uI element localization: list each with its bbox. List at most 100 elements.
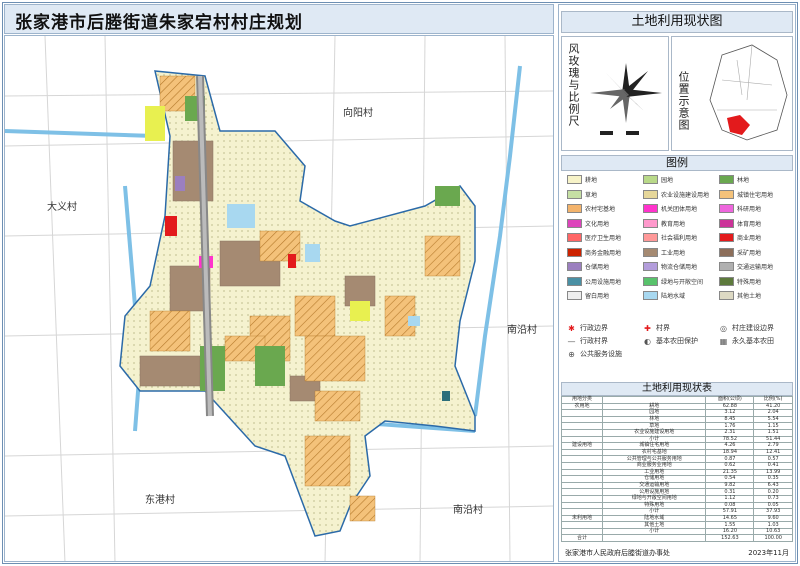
footer: 张家港市人民政府后塍街道办事处 2023年11月 (561, 547, 793, 559)
legend-label: 留白用地 (585, 293, 610, 300)
legend-swatch (643, 175, 658, 184)
wind-rose-panel: 风玫瑰与比例尺 (561, 36, 669, 151)
table-cell: 6.43 (753, 481, 793, 490)
table-cell: 小计 (602, 527, 707, 536)
legend-item: 体育用地 (719, 218, 761, 228)
legend-swatch (719, 262, 734, 271)
legend-item: 绿地与开敞空间 (643, 276, 703, 286)
table-cell: 12.41 (753, 448, 793, 457)
place-label-dayi: 大义村 (47, 202, 77, 213)
table-cell (560, 448, 604, 457)
legend-label: 陆地水域 (661, 293, 686, 300)
symbol-label: 永久基本农田 (732, 337, 774, 345)
table-row: 农村宅基地 18.94 12.41 (560, 448, 793, 457)
side-panel: 土地利用现状图 风玫瑰与比例尺 位置示意图 图例 耕地 园地 林地 草地 农业设施建设用… (558, 4, 796, 562)
table-row: 草地 1.76 1.15 (560, 422, 793, 430)
legend-label: 交通运输用地 (737, 264, 774, 271)
table-row: 其他土地 1.55 1.03 (560, 521, 793, 529)
legend-item: 草地 (567, 189, 598, 199)
symbol-icon: ◐ (644, 336, 651, 346)
legend-swatch (719, 247, 734, 257)
legend-item: 采矿用地 (719, 247, 761, 257)
symbol-icon: ◎ (720, 323, 727, 333)
title-bar: 张家港市后塍街道朱家宕村村庄规划 (4, 4, 554, 34)
wind-rose-icon (590, 63, 662, 135)
footer-org: 张家港市人民政府后塍街道办事处 (565, 549, 670, 557)
legend-label: 草地 (585, 191, 598, 199)
legend-item: 机关团体用地 (643, 204, 697, 213)
symbol-icon: ▦ (719, 336, 728, 346)
table-cell (560, 461, 604, 470)
table-row: 园地 3.12 2.04 (560, 409, 793, 417)
table-title: 土地利用现状表 (561, 382, 793, 396)
legend-item: 林地 (719, 175, 749, 184)
table-cell (560, 481, 604, 490)
legend-label: 园地 (661, 177, 674, 184)
table-cell: 9.82 (705, 481, 755, 490)
table-row: 建设用地 城镇住宅用地 4.26 2.79 (560, 442, 793, 450)
legend-title: 图例 (561, 155, 793, 171)
table-row: 公用设施用地 0.31 0.20 (560, 488, 793, 496)
legend-item: 医疗卫生用地 (567, 233, 621, 242)
legend-label: 耕地 (585, 177, 598, 184)
legend-item: 园地 (643, 175, 673, 184)
symbol-label: 村庄建设边界 (732, 324, 774, 332)
legend-label: 商业用地 (737, 235, 762, 242)
table-row: 合计 152.63 100.00 (560, 534, 793, 543)
legend-swatch (567, 218, 582, 228)
place-label-dongcun: 东港村 (145, 495, 175, 506)
legend-label: 公用设施用地 (585, 278, 622, 286)
legend-swatch (567, 262, 582, 271)
legend-label: 农业设施建设用地 (661, 191, 710, 199)
storage-block (175, 176, 185, 191)
table-row: 公共管理与公共服务用地 0.87 0.57 (560, 455, 793, 463)
location-panel: 位置示意图 (671, 36, 793, 151)
legend-swatch (567, 175, 582, 184)
legend-label: 城镇住宅用地 (737, 191, 774, 199)
legend-swatch (719, 233, 734, 242)
legend-label: 特殊用地 (737, 278, 762, 286)
table-row: 农业设施建设用地 2.31 1.51 (560, 428, 793, 437)
footer-date: 2023年11月 (748, 549, 789, 557)
legend-label: 教育用地 (661, 220, 686, 228)
legend-item: 留白用地 (567, 291, 609, 300)
table-cell: 农村宅基地 (602, 448, 707, 457)
symbol-label: 行政边界 (580, 324, 608, 332)
location-label: 位置示意图 (677, 71, 690, 131)
orchard-block-2 (350, 301, 370, 321)
table-cell: 16.20 (705, 527, 755, 536)
table-cell (560, 521, 604, 529)
legend-item: 物流仓储用地 (643, 262, 697, 271)
legend-swatch (567, 204, 582, 213)
legend-item: 城镇住宅用地 (719, 189, 774, 199)
legend-item: 特殊用地 (719, 276, 762, 286)
legend-label: 文化用地 (585, 220, 610, 228)
map-canvas[interactable] (5, 36, 554, 562)
legend-item: 文化用地 (567, 218, 610, 228)
table-cell: 绿地与开敞空间用地 (602, 494, 707, 503)
legend-label: 商务金融用地 (585, 249, 622, 257)
table-row: 特殊用地 0.08 0.05 (560, 501, 793, 510)
legend-label: 社会福利用地 (661, 235, 698, 242)
table-cell: 合计 (560, 534, 604, 543)
legend-swatch (643, 291, 658, 300)
table-row: 未利用地 陆地水域 14.65 9.60 (560, 514, 793, 523)
legend-label: 仓储用地 (585, 264, 610, 271)
table-row: 工业用地 21.35 13.99 (560, 468, 793, 477)
table-cell: 5.54 (753, 415, 793, 424)
table-cell: 林地 (602, 415, 707, 424)
legend-item: 商务金融用地 (567, 247, 622, 257)
table-cell: 14.65 (705, 514, 755, 523)
legend-swatch (719, 189, 734, 199)
legend-label: 农村宅基地 (585, 206, 616, 213)
legend-swatch (643, 233, 658, 242)
table-cell: 152.63 (705, 534, 755, 543)
table-cell (560, 494, 604, 503)
table-row: 绿地与开敞空间用地 1.12 0.73 (560, 494, 793, 503)
place-label-nanyan: 南沿村 (507, 325, 537, 336)
place-label-nanyan-2: 南沿村 (453, 505, 483, 516)
map-panel[interactable]: 向阳村 大义村 南沿村 东港村 南沿村 (4, 35, 554, 562)
legend-item: 农村宅基地 (567, 204, 615, 213)
table-row: 林地 8.45 5.54 (560, 415, 793, 424)
legend-label: 物流仓储用地 (661, 264, 698, 271)
